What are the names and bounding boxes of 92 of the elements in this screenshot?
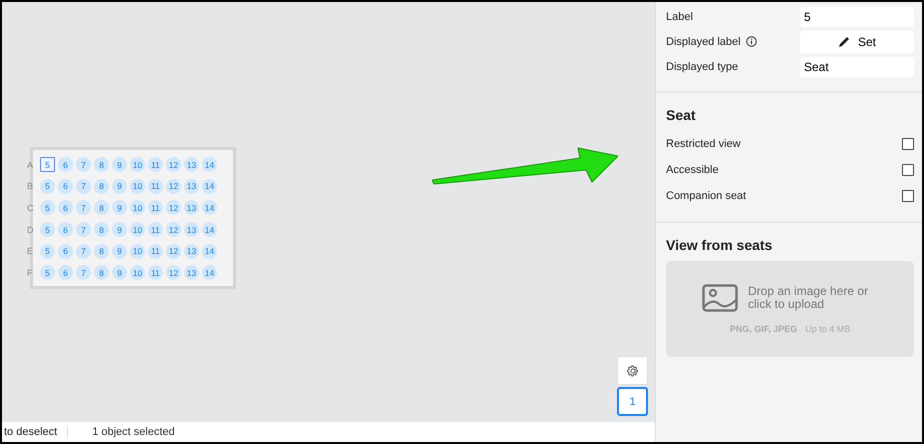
seat[interactable]: 13 — [184, 178, 199, 194]
seat[interactable]: 7 — [76, 200, 91, 216]
seat[interactable]: 10 — [130, 178, 145, 194]
seat[interactable]: 12 — [166, 157, 181, 172]
checkbox-label: Restricted view — [666, 138, 742, 150]
seat[interactable]: 6 — [58, 244, 73, 259]
seat[interactable]: 12 — [166, 178, 181, 194]
status-hint: to deselect — [2, 426, 68, 438]
seat[interactable]: 5 — [40, 244, 55, 259]
seat[interactable]: 13 — [184, 265, 199, 280]
seat[interactable]: 10 — [130, 244, 145, 259]
seat[interactable]: 6 — [58, 200, 73, 216]
file-formats: PNG, GIF, JPEG — [730, 324, 798, 334]
field-label: Displayed label — [666, 36, 741, 48]
seat[interactable]: 14 — [202, 200, 217, 216]
seat[interactable]: 10 — [130, 222, 145, 238]
pencil-icon — [838, 36, 850, 48]
row-label: C — [27, 202, 34, 213]
seat[interactable]: 5 — [40, 222, 55, 238]
seat[interactable]: 14 — [202, 244, 217, 259]
seat[interactable]: 6 — [58, 222, 73, 238]
seat[interactable]: 10 — [130, 265, 145, 280]
checkbox[interactable] — [902, 164, 914, 176]
settings-icon — [626, 364, 638, 376]
seat[interactable]: 9 — [112, 178, 127, 194]
seat[interactable]: 12 — [166, 244, 181, 259]
seat[interactable]: 11 — [148, 157, 163, 172]
seat[interactable]: 9 — [112, 157, 127, 172]
field-label: Label — [666, 10, 694, 22]
row-label: B — [27, 181, 34, 192]
seat[interactable]: 13 — [184, 157, 199, 172]
zoom-level-button[interactable]: 1 — [617, 387, 648, 416]
seat[interactable]: 8 — [94, 178, 109, 194]
seat[interactable]: 13 — [184, 200, 199, 216]
seat[interactable]: 8 — [94, 244, 109, 259]
seat[interactable]: 12 — [166, 222, 181, 238]
seat[interactable]: 10 — [130, 157, 145, 172]
image-drop-zone[interactable]: Drop an image here or click to upload PNG, GIF, JPEG Up to 4 MB — [666, 261, 914, 357]
seat[interactable]: 11 — [148, 265, 163, 280]
seat[interactable]: 7 — [76, 265, 91, 280]
info-icon[interactable] — [746, 36, 757, 47]
seat[interactable]: 9 — [112, 222, 127, 238]
seat[interactable]: 5 — [40, 178, 55, 194]
seat[interactable]: 9 — [112, 244, 127, 259]
seat[interactable]: 7 — [76, 244, 91, 259]
row-label: A — [27, 160, 34, 170]
seat[interactable]: 8 — [94, 157, 109, 172]
set-button[interactable]: Set — [800, 30, 914, 52]
type-field[interactable]: Seat — [800, 56, 914, 76]
seat[interactable]: 7 — [76, 157, 91, 172]
seat[interactable]: 11 — [148, 222, 163, 238]
seat[interactable]: 6 — [58, 265, 73, 280]
row-label: D — [27, 224, 34, 235]
seat[interactable]: 8 — [94, 265, 109, 280]
seat[interactable]: 14 — [202, 157, 217, 172]
image-icon — [702, 284, 738, 312]
seat[interactable]: 9 — [112, 265, 127, 280]
seat[interactable]: 7 — [76, 178, 91, 194]
seat[interactable]: 14 — [202, 265, 217, 280]
seat[interactable]: 7 — [76, 222, 91, 238]
seat[interactable]: 6 — [58, 178, 73, 194]
checkbox-label: Companion seat — [666, 190, 748, 202]
size-limit: Up to 4 MB — [805, 324, 850, 334]
section-title: View from seats — [666, 237, 774, 253]
checkbox[interactable] — [902, 138, 914, 150]
seat[interactable]: 12 — [166, 200, 181, 216]
seat[interactable]: 13 — [184, 244, 199, 259]
seat[interactable]: 8 — [94, 200, 109, 216]
seat[interactable]: 13 — [184, 222, 199, 238]
seat[interactable]: 11 — [148, 244, 163, 259]
seat[interactable]: 5 — [40, 200, 55, 216]
checkbox[interactable] — [902, 190, 914, 202]
selection-status: 1 object selected — [91, 426, 175, 438]
seat[interactable]: 11 — [148, 178, 163, 194]
seat[interactable]: 8 — [94, 222, 109, 238]
settings-button[interactable] — [617, 356, 648, 385]
label-field[interactable]: 5 — [800, 6, 914, 26]
seat[interactable]: 6 — [58, 157, 73, 172]
seat[interactable]: 14 — [202, 178, 217, 194]
row-label: E — [27, 246, 34, 256]
seat[interactable]: 10 — [130, 200, 145, 216]
checkbox-label: Accessible — [666, 164, 720, 176]
row-label: F — [27, 268, 34, 278]
seat[interactable]: 9 — [112, 200, 127, 216]
seat[interactable]: 5 — [40, 157, 55, 172]
field-label: Displayed type — [666, 60, 740, 72]
drop-instructions: Drop an image here or click to upload — [748, 284, 870, 312]
seat[interactable]: 5 — [40, 265, 55, 280]
seat[interactable]: 12 — [166, 265, 181, 280]
section-title: Seat — [666, 107, 697, 123]
seat[interactable]: 11 — [148, 200, 163, 216]
seat[interactable]: 14 — [202, 222, 217, 238]
